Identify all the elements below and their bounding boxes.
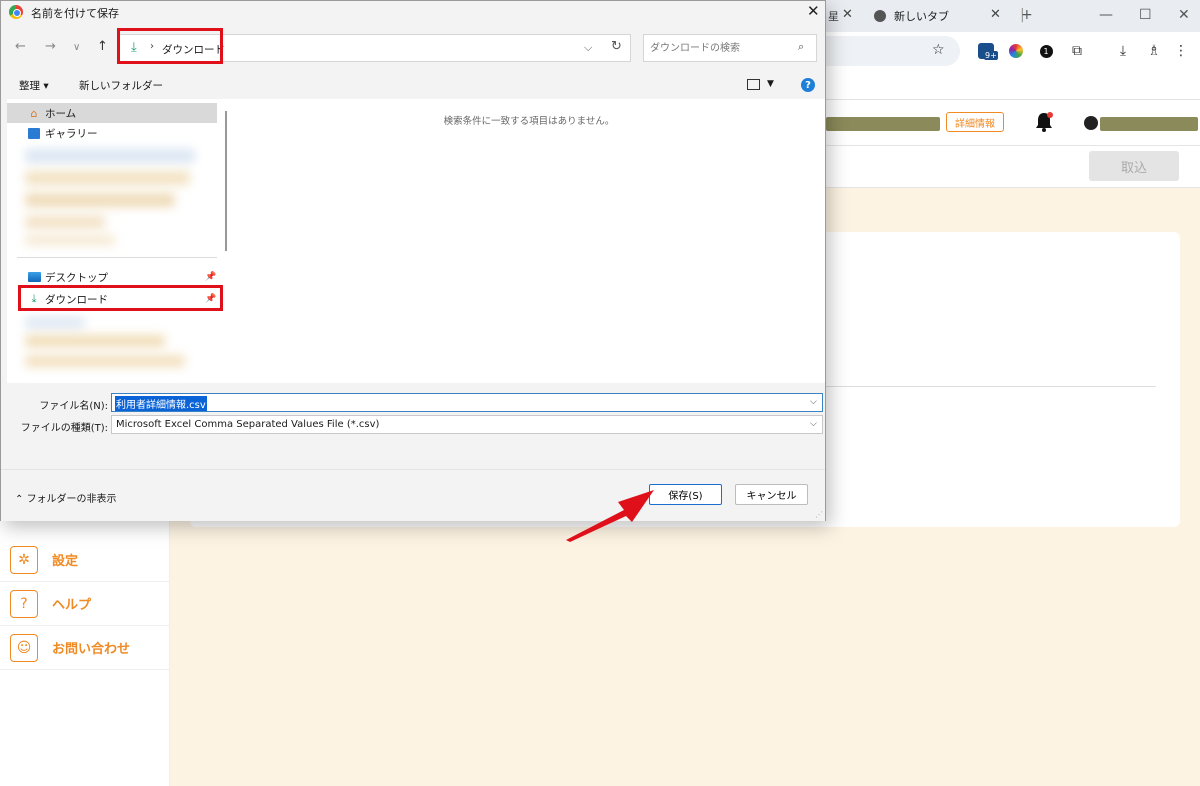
menu-kebab-icon[interactable]: ⋮ xyxy=(1172,42,1190,60)
filename-value[interactable]: 利用者詳細情報.csv xyxy=(115,396,207,411)
sidebar-item-contact[interactable]: ☺ お問い合わせ xyxy=(0,626,170,670)
cancel-button[interactable]: キャンセル xyxy=(735,484,808,505)
question-icon: ? xyxy=(10,589,38,618)
filetype-value: Microsoft Excel Comma Separated Values F… xyxy=(116,419,380,430)
organize-menu[interactable]: 整理 ▾ xyxy=(19,78,49,93)
hide-folders-label: フォルダーの非表示 xyxy=(26,494,117,505)
tab-title: 新しいタブ xyxy=(894,10,949,23)
support-person-icon: ☺ xyxy=(10,633,38,662)
sidebar-item-label: ヘルプ xyxy=(52,598,92,613)
nav-scrollbar[interactable] xyxy=(225,111,227,251)
forward-arrow-icon[interactable]: → xyxy=(45,39,56,54)
blurred-nav-item xyxy=(25,335,165,347)
dialog-title: 名前を付けて保存 xyxy=(31,7,119,20)
sidebar-item-label: お問い合わせ xyxy=(52,642,131,657)
nav-item-home[interactable]: ⌂ ホーム xyxy=(7,103,217,123)
gear-icon: ✲ xyxy=(10,545,38,574)
filename-field[interactable]: 利用者詳細情報.csv ⌵ xyxy=(111,393,823,412)
back-arrow-icon[interactable]: ← xyxy=(15,39,26,54)
redacted-company-name xyxy=(826,117,940,131)
nav-item-label: ギャラリー xyxy=(45,127,98,140)
sidebar-item-help[interactable]: ? ヘルプ xyxy=(0,582,170,626)
nav-item-label: デスクトップ xyxy=(45,271,108,284)
navigation-pane: ⌂ ホーム ギャラリー デスクトップ 📌 ⤓ ダウンロード 📌 xyxy=(7,99,233,383)
import-button[interactable]: 取込 xyxy=(1089,151,1179,181)
tab-partial-title: 星 xyxy=(828,10,839,23)
pin-icon[interactable]: 📌 xyxy=(205,272,216,282)
filename-label: ファイル名(N): xyxy=(39,401,108,412)
address-omnibox[interactable]: ☆ xyxy=(826,36,960,66)
redacted-user-name xyxy=(1100,117,1198,131)
chrome-icon xyxy=(874,10,886,22)
home-icon: ⌂ xyxy=(30,106,38,120)
search-input[interactable] xyxy=(650,40,790,56)
gallery-icon xyxy=(27,126,41,140)
help-icon[interactable]: ? xyxy=(801,78,815,92)
chevron-up-icon: ⌃ xyxy=(15,494,27,505)
highlight-box-downloads xyxy=(18,285,223,311)
folder-search-box[interactable]: ⌕ xyxy=(643,34,817,62)
dialog-footer: ⌃ フォルダーの非表示 保存(S) キャンセル ⋰ xyxy=(1,469,825,521)
filetype-dropdown-icon[interactable]: ⌵ xyxy=(810,419,817,429)
sidebar-item-settings[interactable]: ✲ 設定 xyxy=(0,538,170,582)
nav-divider xyxy=(17,257,217,258)
highlight-box-address xyxy=(117,28,223,64)
browser-tab-partial[interactable]: 星 ✕ xyxy=(826,0,866,32)
filetype-label: ファイルの種類(T): xyxy=(20,423,108,434)
up-arrow-icon[interactable]: ↑ xyxy=(97,39,108,54)
chrome-icon xyxy=(9,5,23,19)
nav-item-label: ホーム xyxy=(45,107,77,120)
desktop-icon xyxy=(27,270,41,284)
new-folder-button[interactable]: 新しいフォルダー xyxy=(79,78,163,93)
resize-grip-icon[interactable]: ⋰ xyxy=(815,510,823,519)
filename-dropdown-icon[interactable]: ⌵ xyxy=(810,397,817,407)
nav-item-gallery[interactable]: ギャラリー xyxy=(7,123,217,143)
hide-folders-toggle[interactable]: ⌃ フォルダーの非表示 xyxy=(15,490,117,505)
save-as-dialog: 名前を付けて保存 ✕ ← → ∨ ↑ ⤓ › ダウンロード ⌵ ↻ ⌕ 整理 ▾… xyxy=(0,0,826,521)
detail-info-button[interactable]: 詳細情報 xyxy=(946,112,1004,132)
password-extension-count: 1 xyxy=(1039,44,1053,58)
extension-badge-count: 9+ xyxy=(984,51,998,60)
new-tab-button[interactable]: + xyxy=(1021,7,1033,23)
address-history-chevron-icon[interactable]: ⌵ xyxy=(584,41,592,55)
maximize-button[interactable]: ☐ xyxy=(1139,7,1152,23)
search-icon[interactable]: ⌕ xyxy=(798,40,804,54)
blurred-nav-item xyxy=(25,171,190,185)
notification-bell-icon[interactable] xyxy=(1034,111,1054,133)
dialog-close-button[interactable]: ✕ xyxy=(807,2,820,20)
blurred-nav-item xyxy=(25,235,115,245)
bookmark-star-icon[interactable]: ☆ xyxy=(932,42,945,58)
blurred-nav-item xyxy=(25,149,195,163)
refresh-icon[interactable]: ↻ xyxy=(611,39,622,54)
browser-tab-new[interactable]: 新しいタブ ✕ xyxy=(864,0,1014,32)
recent-chevron-icon[interactable]: ∨ xyxy=(73,42,80,53)
profile-extension-icon[interactable]: ♗ xyxy=(1145,42,1163,60)
blurred-nav-item xyxy=(25,355,185,367)
pointer-arrow-icon xyxy=(566,490,654,542)
nav-item-desktop[interactable]: デスクトップ 📌 xyxy=(7,267,217,287)
dialog-titlebar: 名前を付けて保存 ✕ xyxy=(1,1,825,23)
blurred-nav-item xyxy=(25,215,105,229)
view-options-icon[interactable] xyxy=(747,79,760,90)
card-divider xyxy=(826,386,1156,387)
file-list-area[interactable]: 検索条件に一致する項目はありません。 xyxy=(233,99,825,383)
tab-close-icon[interactable]: ✕ xyxy=(842,7,853,22)
blurred-nav-item xyxy=(25,193,175,207)
extensions-puzzle-icon[interactable]: ⧉ xyxy=(1068,42,1086,60)
command-bar: 整理 ▾ 新しいフォルダー ▼ ? xyxy=(1,71,825,99)
user-avatar-icon[interactable] xyxy=(1084,116,1098,130)
tab-close-icon[interactable]: ✕ xyxy=(990,7,1001,22)
password-extension-icon[interactable]: 1 xyxy=(1037,42,1055,60)
download-icon[interactable]: ⤓ xyxy=(1114,42,1132,60)
extension-badge-icon[interactable]: 9+ xyxy=(977,42,998,60)
sidebar-item-label: 設定 xyxy=(52,554,79,569)
blurred-nav-item xyxy=(25,317,85,329)
window-close-button[interactable]: ✕ xyxy=(1178,7,1190,23)
minimize-button[interactable]: — xyxy=(1099,7,1113,23)
filetype-select[interactable]: Microsoft Excel Comma Separated Values F… xyxy=(111,415,823,434)
empty-results-message: 検索条件に一致する項目はありません。 xyxy=(443,116,615,127)
color-extension-icon[interactable] xyxy=(1007,42,1025,60)
view-options-caret-icon[interactable]: ▼ xyxy=(767,79,774,89)
